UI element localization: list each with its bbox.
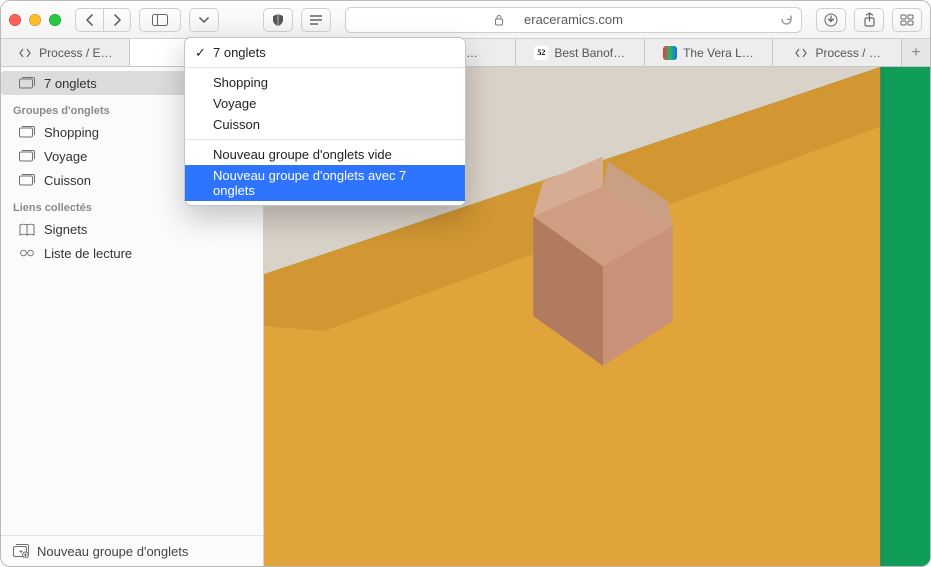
menu-item-label: 7 onglets: [213, 45, 266, 60]
tabs-icon: [19, 124, 35, 140]
window-controls: [9, 14, 61, 26]
reload-button[interactable]: [780, 13, 793, 26]
nav-back-forward: [75, 8, 131, 32]
toolbar-right: [816, 8, 922, 32]
tab-label: Best Banof…: [554, 46, 625, 60]
menu-separator: [185, 67, 465, 68]
forward-button[interactable]: [103, 8, 131, 32]
tab-groups-menu-button[interactable]: [189, 8, 219, 32]
address-bar[interactable]: eraceramics.com: [345, 7, 802, 33]
menu-item-voyage[interactable]: Voyage: [185, 93, 465, 114]
sidebar-footer[interactable]: Nouveau groupe d'onglets: [1, 535, 263, 566]
chevron-down-icon: [199, 16, 209, 24]
safari-window: eraceramics.com: [0, 0, 931, 567]
menu-item-current[interactable]: 7 onglets: [185, 42, 465, 63]
book-icon: [19, 221, 35, 237]
menu-item-shopping[interactable]: Shopping: [185, 72, 465, 93]
tab-label: The Vera L…: [683, 46, 754, 60]
tab-5[interactable]: The Vera L…: [645, 39, 774, 66]
minimize-window-button[interactable]: [29, 14, 41, 26]
tab-label: Process / E…: [39, 46, 112, 60]
downloads-button[interactable]: [816, 8, 846, 32]
chevron-left-icon: [85, 14, 95, 26]
add-tab-group-icon: [13, 543, 29, 559]
content-green-strip: [884, 67, 930, 566]
sidebar-item-label: 7 onglets: [44, 76, 97, 91]
back-button[interactable]: [75, 8, 103, 32]
sidebar-footer-label: Nouveau groupe d'onglets: [37, 544, 188, 559]
tab-label: Process / …: [815, 46, 880, 60]
shield-icon: [271, 13, 285, 27]
tab-groups-dropdown: 7 onglets Shopping Voyage Cuisson Nouvea…: [184, 37, 466, 206]
zoom-window-button[interactable]: [49, 14, 61, 26]
privacy-report-button[interactable]: [263, 8, 293, 32]
menu-item-label: Shopping: [213, 75, 268, 90]
tabs-icon: [19, 148, 35, 164]
tab-4[interactable]: 52 Best Banof…: [516, 39, 645, 66]
sidebar-item-reading-list[interactable]: Liste de lecture: [1, 241, 263, 265]
new-tab-button[interactable]: +: [902, 39, 930, 66]
sidebar-item-label: Liste de lecture: [44, 246, 132, 261]
menu-item-label: Nouveau groupe d'onglets avec 7 onglets: [213, 168, 406, 198]
tab-6[interactable]: Process / …: [773, 39, 902, 66]
menu-item-label: Cuisson: [213, 117, 260, 132]
sidebar-item-label: Cuisson: [44, 173, 91, 188]
tab-0[interactable]: Process / E…: [1, 39, 130, 66]
sidebar-item-label: Shopping: [44, 125, 99, 140]
menu-item-label: Nouveau groupe d'onglets vide: [213, 147, 392, 162]
address-host: eraceramics.com: [524, 12, 623, 27]
tabs-icon: [19, 172, 35, 188]
reader-view-button[interactable]: [301, 8, 331, 32]
reload-icon: [780, 13, 793, 26]
lock-icon: [494, 14, 504, 26]
share-button[interactable]: [854, 8, 884, 32]
toolbar: eraceramics.com: [1, 1, 930, 39]
address-bar-wrap: eraceramics.com: [345, 7, 802, 33]
menu-item-label: Voyage: [213, 96, 256, 111]
glasses-icon: [19, 245, 35, 261]
sidebar-toggle-button[interactable]: [139, 8, 181, 32]
favicon: [663, 46, 677, 60]
sidebar-item-label: Voyage: [44, 149, 87, 164]
compress-icon: [17, 45, 33, 61]
sidebar-item-label: Signets: [44, 222, 87, 237]
tabs-grid-icon: [900, 14, 914, 26]
share-icon: [863, 12, 876, 27]
close-window-button[interactable]: [9, 14, 21, 26]
menu-item-cuisson[interactable]: Cuisson: [185, 114, 465, 135]
reader-icon: [309, 14, 323, 26]
menu-item-new-empty[interactable]: Nouveau groupe d'onglets vide: [185, 144, 465, 165]
favicon-52: 52: [534, 46, 548, 60]
tabs-icon: [19, 75, 35, 91]
chevron-right-icon: [112, 14, 122, 26]
download-icon: [824, 13, 838, 27]
compress-icon: [793, 45, 809, 61]
menu-item-new-with-tabs[interactable]: Nouveau groupe d'onglets avec 7 onglets: [185, 165, 465, 201]
sidebar-icon: [152, 14, 168, 26]
menu-separator: [185, 139, 465, 140]
tab-overview-button[interactable]: [892, 8, 922, 32]
sidebar-item-bookmarks[interactable]: Signets: [1, 217, 263, 241]
